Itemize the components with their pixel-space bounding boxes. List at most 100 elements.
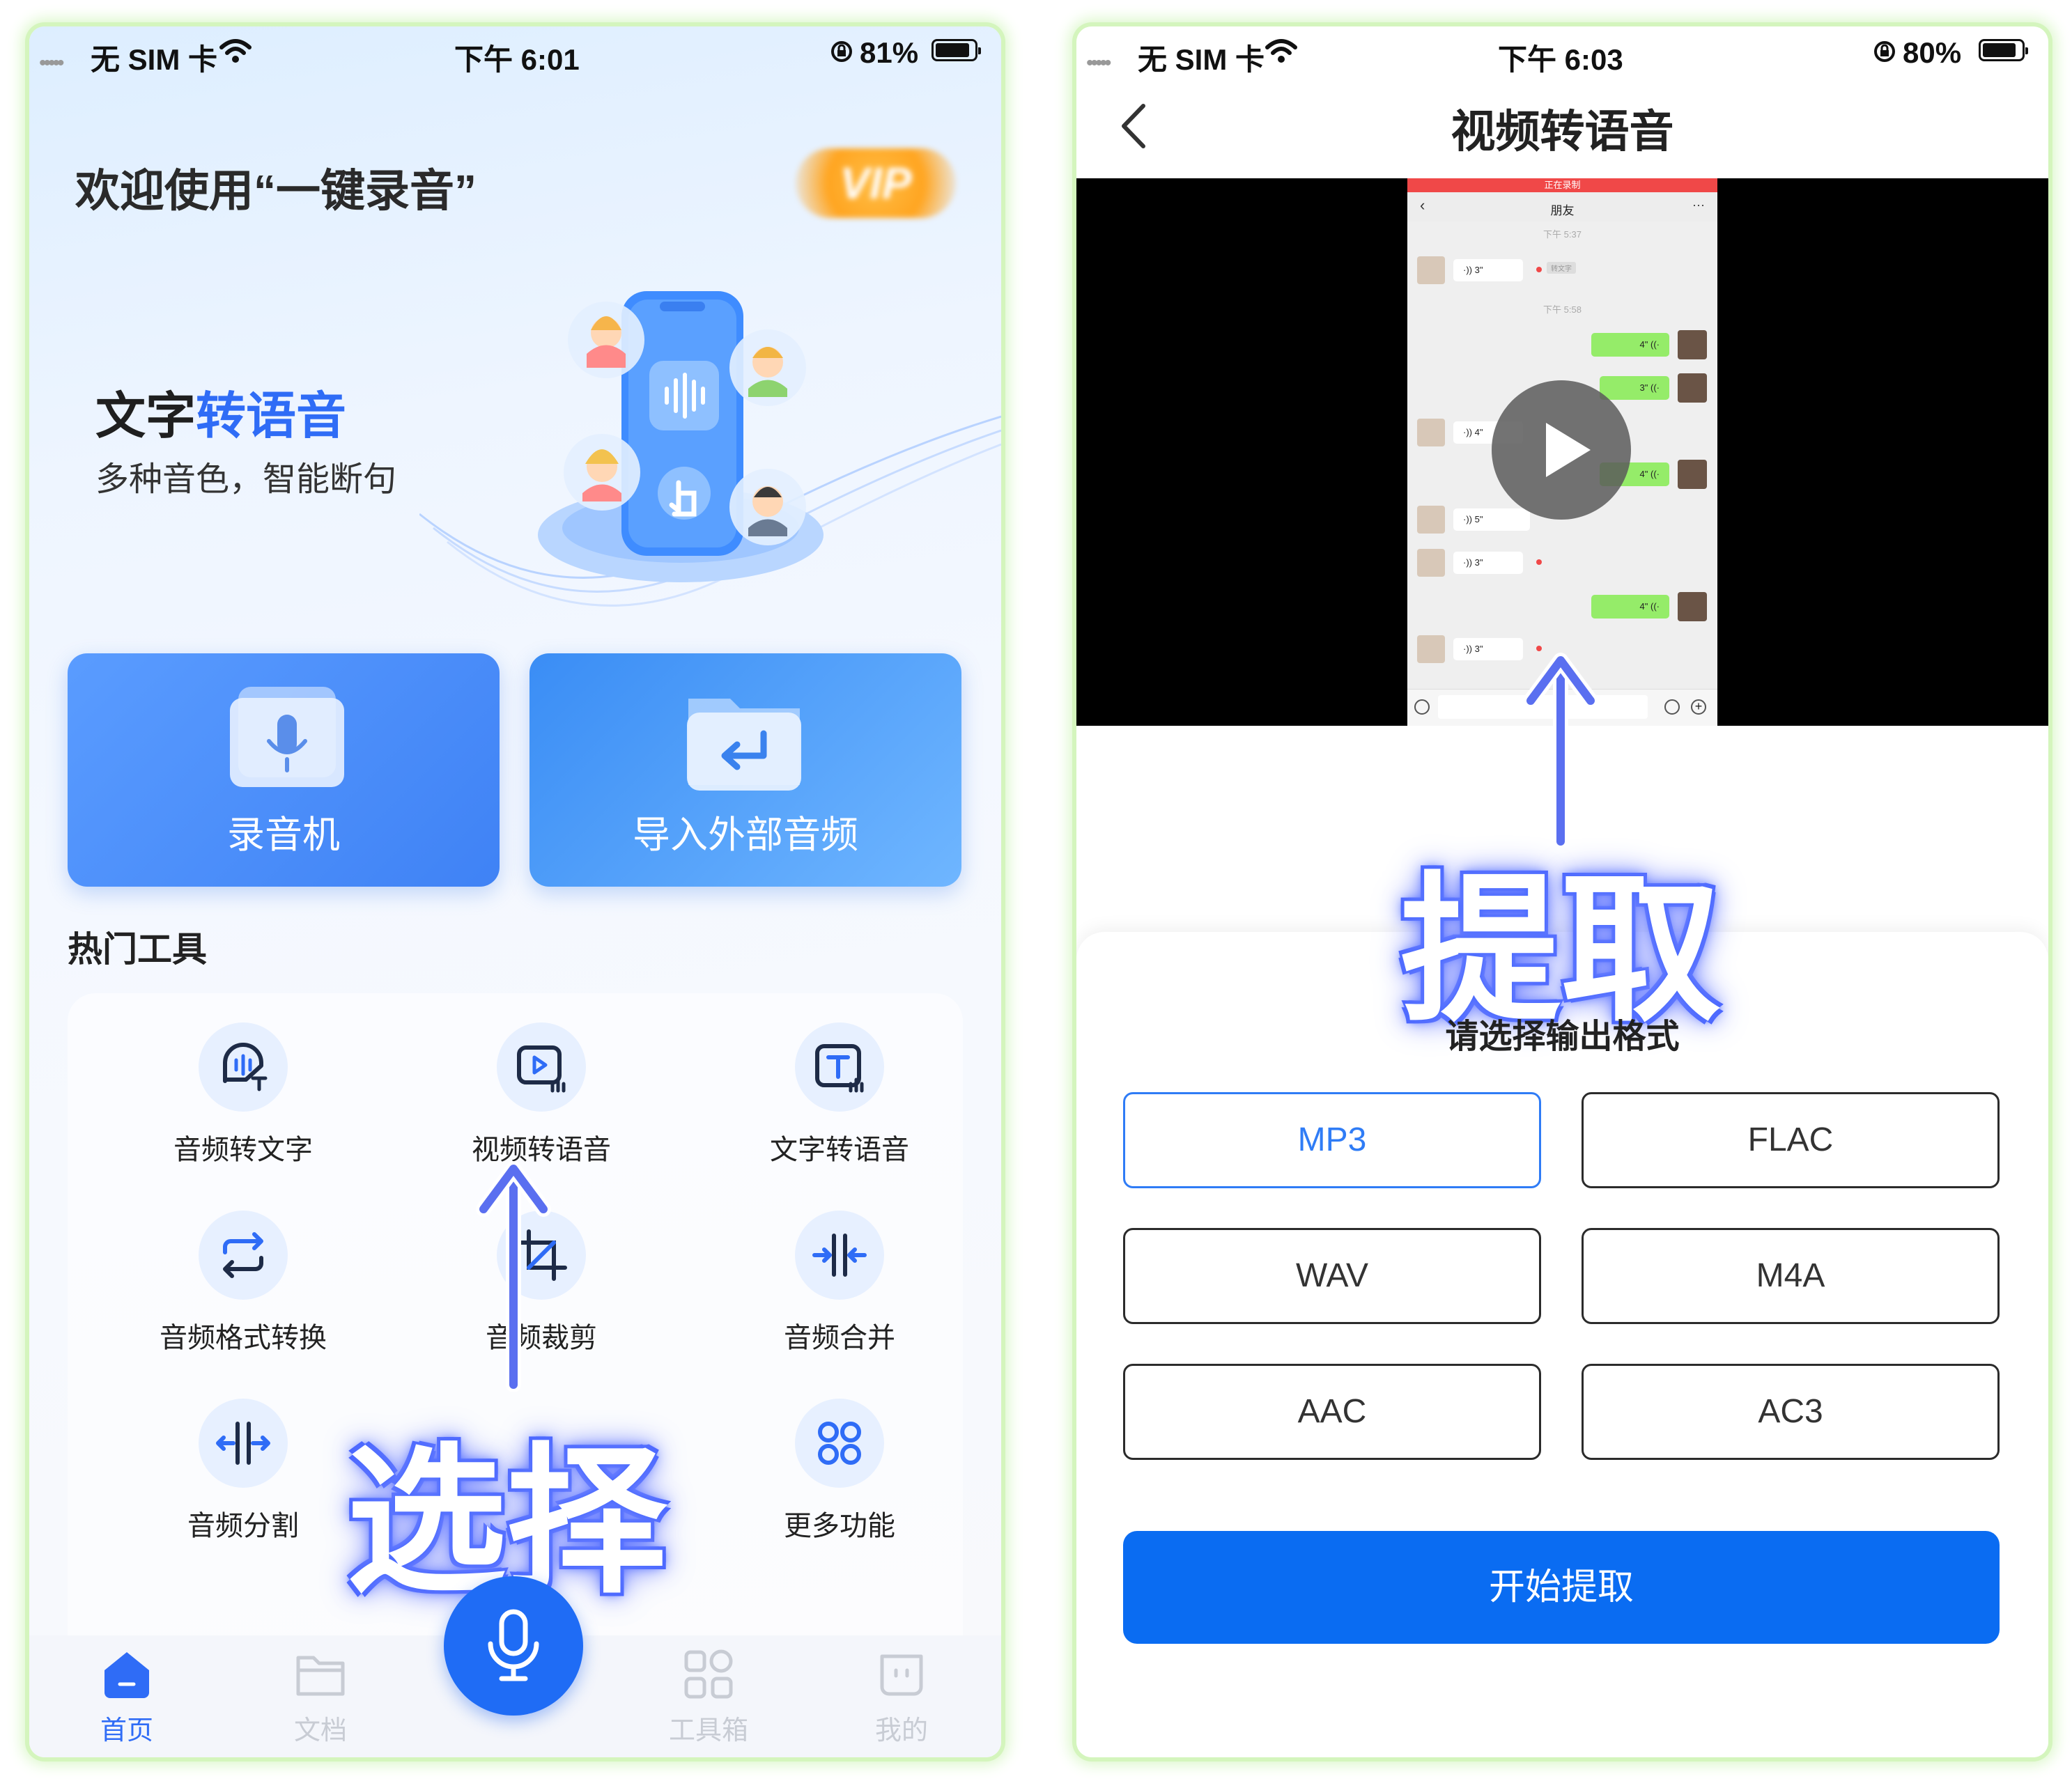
up-arrow-annotation bbox=[476, 1161, 551, 1392]
voice-duration: 4" bbox=[1639, 601, 1648, 612]
chat-title: 朋友 bbox=[1550, 204, 1575, 217]
voice-message: ·)) 3" bbox=[1453, 259, 1523, 281]
voice-duration: 3" bbox=[1474, 644, 1483, 654]
tool-merge[interactable]: 音频合并 bbox=[721, 1211, 958, 1355]
start-extract-button[interactable]: 开始提取 bbox=[1123, 1531, 2000, 1644]
unread-dot bbox=[1536, 559, 1542, 565]
voice-message: 3" ((· bbox=[1600, 376, 1669, 400]
page-title: 视频转语音 bbox=[1451, 107, 1674, 157]
voice-message: ·)) 5" bbox=[1453, 508, 1530, 531]
voice-wave-icon: ((· bbox=[1648, 469, 1660, 479]
microphone-icon bbox=[488, 1609, 539, 1681]
to-text-tag: 转文字 bbox=[1547, 262, 1576, 274]
avatar bbox=[1417, 549, 1445, 577]
voice-duration: 3" bbox=[1639, 382, 1648, 393]
play-button[interactable] bbox=[1492, 380, 1631, 520]
voice-wave-icon: ((· bbox=[1648, 339, 1660, 350]
phone-illustration bbox=[419, 291, 1001, 607]
avatar bbox=[1678, 592, 1707, 621]
voice-toggle-icon bbox=[1414, 699, 1430, 715]
tool-text-to-speech[interactable]: 文字转语音 bbox=[721, 1022, 958, 1167]
avatar bbox=[1417, 256, 1445, 284]
video-to-audio-icon bbox=[517, 1045, 566, 1093]
hot-tools-title: 热门工具 bbox=[68, 930, 207, 969]
status-time: 下午 6:03 bbox=[1498, 43, 1623, 76]
wifi-icon bbox=[219, 39, 252, 63]
tab-label: 首页 bbox=[100, 1716, 153, 1745]
voice-duration: 3" bbox=[1474, 265, 1483, 275]
import-folder-icon bbox=[687, 699, 801, 791]
import-audio-card[interactable]: 导入外部音频 bbox=[529, 653, 961, 887]
vip-badge[interactable]: VIP bbox=[796, 148, 956, 218]
record-button[interactable] bbox=[444, 1576, 583, 1716]
orientation-lock-icon bbox=[1874, 41, 1895, 62]
tool-more[interactable]: 更多功能 bbox=[721, 1399, 958, 1543]
voice-wave-icon: ((· bbox=[1648, 601, 1660, 612]
voice-message: 4" ((· bbox=[1591, 333, 1669, 357]
format-option-m4a[interactable]: M4A bbox=[1582, 1228, 2000, 1324]
plus-icon: + bbox=[1691, 699, 1706, 715]
tool-video-to-audio[interactable]: 视频转语音 bbox=[423, 1022, 660, 1167]
voice-wave-icon: ·)) bbox=[1463, 557, 1475, 568]
play-icon bbox=[1546, 423, 1591, 477]
format-option-wav[interactable]: WAV bbox=[1123, 1228, 1541, 1324]
voice-wave-icon: ((· bbox=[1648, 382, 1660, 393]
signal-dots: ••••• bbox=[39, 52, 64, 75]
carrier-label: 无 SIM 卡 bbox=[1138, 43, 1265, 76]
carrier-label: 无 SIM 卡 bbox=[91, 43, 218, 76]
tab-label: 文档 bbox=[293, 1716, 347, 1745]
avatar bbox=[1678, 460, 1707, 489]
chat-header: ‹ 朋友 ··· bbox=[1407, 192, 1717, 221]
import-audio-label: 导入外部音频 bbox=[633, 814, 858, 856]
voice-wave-icon: ·)) bbox=[1463, 514, 1475, 524]
avatar bbox=[1417, 506, 1445, 534]
format-convert-icon bbox=[223, 1232, 263, 1278]
home-icon bbox=[105, 1652, 149, 1698]
banner-title[interactable]: 文字转语音 bbox=[95, 375, 346, 448]
tool-label: 音频合并 bbox=[784, 1323, 895, 1353]
tab-label: 工具箱 bbox=[668, 1716, 748, 1745]
voice-wave-icon: ·)) bbox=[1463, 427, 1475, 437]
home-screen: ••••• 无 SIM 卡 下午 6:01 81% 欢迎使用“一键录音” VIP… bbox=[29, 26, 1001, 1757]
unread-dot bbox=[1536, 267, 1542, 272]
avatar bbox=[1417, 635, 1445, 663]
welcome-title: 欢迎使用“一键录音” bbox=[75, 166, 477, 216]
wifi-icon bbox=[1265, 39, 1297, 63]
audio-to-text-icon bbox=[223, 1043, 268, 1091]
format-option-aac[interactable]: AAC bbox=[1123, 1364, 1541, 1460]
status-time: 下午 6:01 bbox=[454, 43, 580, 76]
tool-audio-to-text[interactable]: 音频转文字 bbox=[125, 1022, 362, 1167]
merge-icon bbox=[812, 1234, 867, 1277]
chat-time: 下午 5:58 bbox=[1543, 304, 1582, 315]
folder-icon bbox=[296, 1656, 345, 1696]
voice-wave-icon: ·)) bbox=[1463, 644, 1475, 654]
tool-split[interactable]: 音频分割 bbox=[125, 1399, 362, 1543]
recorder-card[interactable]: 录音机 bbox=[68, 653, 500, 887]
voice-duration: 4" bbox=[1474, 427, 1483, 437]
format-prompt: 请选择输出格式 bbox=[1445, 1018, 1680, 1055]
up-arrow-annotation bbox=[1523, 653, 1598, 848]
tool-label: 文字转语音 bbox=[770, 1135, 909, 1165]
tool-label: 音频分割 bbox=[187, 1511, 299, 1541]
video-player[interactable]: 正在录制 ‹ 朋友 ··· 下午 5:37 下午 5:58 转文字 ·)) 3"… bbox=[1076, 178, 2048, 726]
format-option-mp3[interactable]: MP3 bbox=[1123, 1092, 1541, 1188]
voice-wave-icon: ·)) bbox=[1463, 265, 1475, 275]
signal-dots: ••••• bbox=[1086, 52, 1111, 75]
avatar bbox=[1678, 373, 1707, 403]
tab-bar: 首页 文档 工具箱 我的 bbox=[29, 1576, 1001, 1757]
split-icon bbox=[216, 1422, 270, 1465]
battery-icon bbox=[1979, 39, 2028, 61]
orientation-lock-icon bbox=[831, 41, 852, 62]
tool-label: 音频格式转换 bbox=[160, 1323, 327, 1353]
format-option-ac3[interactable]: AC3 bbox=[1582, 1364, 2000, 1460]
format-option-flac[interactable]: FLAC bbox=[1582, 1092, 2000, 1188]
video-to-audio-screen: ••••• 无 SIM 卡 下午 6:03 80% 视频转语音 正在录制 ‹ 朋… bbox=[1076, 26, 2048, 1757]
profile-icon bbox=[880, 1654, 923, 1696]
tool-format-convert[interactable]: 音频格式转换 bbox=[125, 1211, 362, 1355]
emoji-icon bbox=[1664, 699, 1680, 715]
voice-duration: 4" bbox=[1639, 469, 1648, 479]
voice-message: ·)) 3" bbox=[1453, 638, 1523, 660]
recorder-label: 录音机 bbox=[227, 814, 340, 856]
tool-label: 更多功能 bbox=[784, 1511, 895, 1541]
chat-more-icon: ··· bbox=[1692, 198, 1705, 212]
